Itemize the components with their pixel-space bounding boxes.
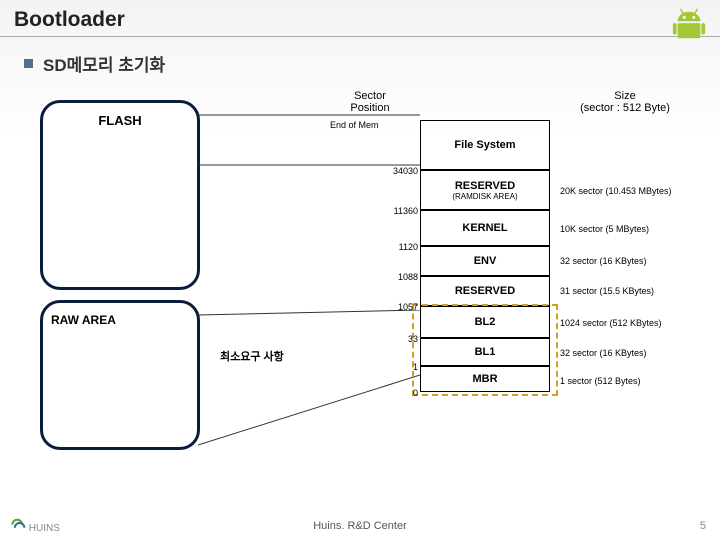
flash-box: FLASH: [40, 100, 200, 290]
flash-connector: [198, 110, 420, 170]
page-title: Bootloader: [14, 8, 706, 32]
size-1024: 1024 sector (512 KBytes): [560, 318, 662, 328]
cell-kernel: KERNEL: [420, 210, 550, 246]
raw-area-label: RAW AREA: [51, 313, 116, 327]
android-icon: [670, 6, 708, 44]
page-number: 5: [700, 520, 706, 532]
footer-text: Huins. R&D Center: [0, 520, 720, 532]
pos-1120: 1120: [399, 242, 418, 252]
pos-11360: 11360: [394, 206, 418, 216]
header-position: Sector Position: [330, 90, 410, 114]
content-area: FLASH RAW AREA 최소요구 사항 Sector Position S…: [40, 100, 700, 490]
raw-area-box: RAW AREA: [40, 300, 200, 450]
size-32b: 32 sector (16 KBytes): [560, 348, 647, 358]
cell-reserved-sub: (RAMDISK AREA): [421, 192, 549, 201]
raw-connector: [198, 310, 420, 450]
subtitle-row: SD메모리 초기화: [0, 37, 720, 76]
pos-1057: 1057: [398, 302, 418, 312]
pos-1: 1: [413, 362, 418, 372]
size-10k: 10K sector (5 MBytes): [560, 224, 649, 234]
pos-33: 33: [408, 334, 418, 344]
size-31: 31 sector (15.5 KBytes): [560, 286, 654, 296]
pos-34030: 34030: [393, 166, 418, 176]
bullet-icon: [24, 59, 33, 68]
size-1: 1 sector (512 Bytes): [560, 376, 641, 386]
subtitle: SD메모리 초기화: [43, 51, 165, 76]
end-of-mem-label: End of Mem: [330, 120, 379, 130]
cell-reserved2: RESERVED: [420, 276, 550, 306]
cell-filesystem: File System: [420, 120, 550, 170]
cell-env: ENV: [420, 246, 550, 276]
pos-0: 0: [413, 388, 418, 398]
cell-reserved-label: RESERVED: [421, 180, 549, 192]
cell-reserved-ramdisk: RESERVED (RAMDISK AREA): [420, 170, 550, 210]
title-bar: Bootloader: [0, 0, 720, 37]
slide: Bootloader SD메모리 초기화 FLASH RAW AREA 최소요구…: [0, 0, 720, 540]
size-32: 32 sector (16 KBytes): [560, 256, 647, 266]
size-20k: 20K sector (10.453 MBytes): [560, 186, 672, 196]
dashed-highlight: [412, 304, 558, 396]
header-size: Size (sector : 512 Byte): [560, 90, 690, 114]
pos-1088: 1088: [398, 272, 418, 282]
flash-label: FLASH: [43, 113, 197, 128]
